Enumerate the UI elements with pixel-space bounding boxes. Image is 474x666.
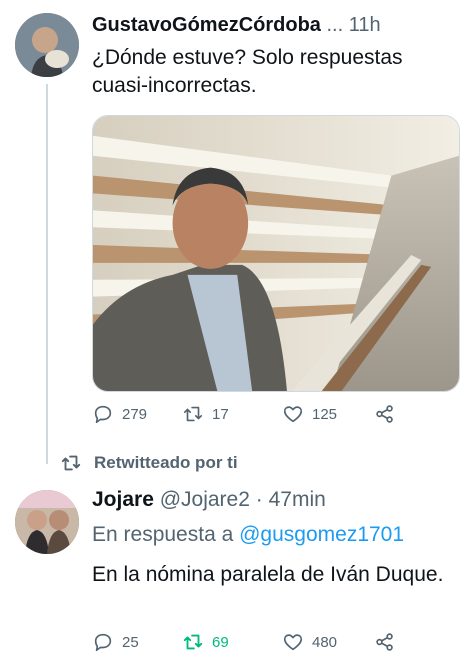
tweet2-handle[interactable]: @Jojare2	[160, 488, 250, 511]
like-icon	[283, 406, 303, 423]
reply-context: En respuesta a @gusgomez1701	[92, 523, 404, 547]
avatar-jojare[interactable]	[15, 490, 79, 554]
tweet2-time[interactable]: 47min	[269, 488, 326, 511]
tweet1-retweet-button[interactable]: 17	[182, 403, 229, 425]
retweeted-label[interactable]: Retwitteado por ti	[94, 453, 238, 473]
tweet1-time[interactable]: 11h	[349, 14, 381, 36]
tweet1-share-button[interactable]	[374, 403, 404, 425]
tweet1-text: ¿Dónde estuve? Solo respuestas cuasi-inc…	[92, 46, 403, 97]
share-icon	[376, 405, 393, 423]
tweet1-actions: 279 17 125	[92, 402, 412, 426]
tweet2-header: Jojare @Jojare2 · 47min	[92, 488, 326, 512]
tweet2-reply-count: 25	[122, 633, 139, 651]
thread-connector	[46, 84, 48, 464]
reply-prefix: En respuesta a	[92, 523, 234, 546]
tweet1-photo[interactable]	[92, 115, 460, 392]
avatar-gustavo[interactable]	[15, 13, 79, 77]
tweet2-like-count: 480	[312, 633, 338, 651]
tweet2-retweet-count: 69	[212, 633, 229, 651]
tweet1-like-button[interactable]: 125	[282, 403, 337, 425]
tweet2-text: En la nómina paralela de Iván Duque.	[92, 563, 444, 586]
tweet1-retweet-count: 17	[212, 405, 229, 423]
tweet2-like-button[interactable]: 480	[282, 631, 337, 653]
tweet1-ellipsis: ...	[326, 14, 344, 36]
tweet1-author-name[interactable]: GustavoGómezCórdoba	[92, 14, 321, 36]
reply-icon	[94, 633, 112, 652]
tweet2-reply-button[interactable]: 25	[92, 631, 139, 653]
tweet1-header: GustavoGómezCórdoba ... 11h	[92, 14, 462, 40]
tweet2-separator: ·	[255, 488, 263, 511]
tweet2-actions: 25 69 480	[92, 630, 412, 654]
reply-icon	[94, 405, 112, 424]
tweet2-share-button[interactable]	[374, 631, 404, 653]
like-icon	[283, 634, 303, 651]
tweet1-reply-count: 279	[122, 405, 148, 423]
tweet1-like-count: 125	[312, 405, 338, 423]
tweet1-reply-button[interactable]: 279	[92, 403, 147, 425]
reply-to-handle[interactable]: @gusgomez1701	[239, 523, 404, 546]
retweet-icon	[183, 634, 203, 650]
tweet2-retweet-button[interactable]: 69	[182, 631, 229, 653]
tweet2-author-name[interactable]: Jojare	[92, 488, 154, 511]
retweet-icon	[61, 455, 81, 471]
retweet-icon	[183, 406, 203, 422]
share-icon	[376, 633, 393, 651]
retweeted-banner: Retwitteado por ti	[60, 452, 238, 474]
